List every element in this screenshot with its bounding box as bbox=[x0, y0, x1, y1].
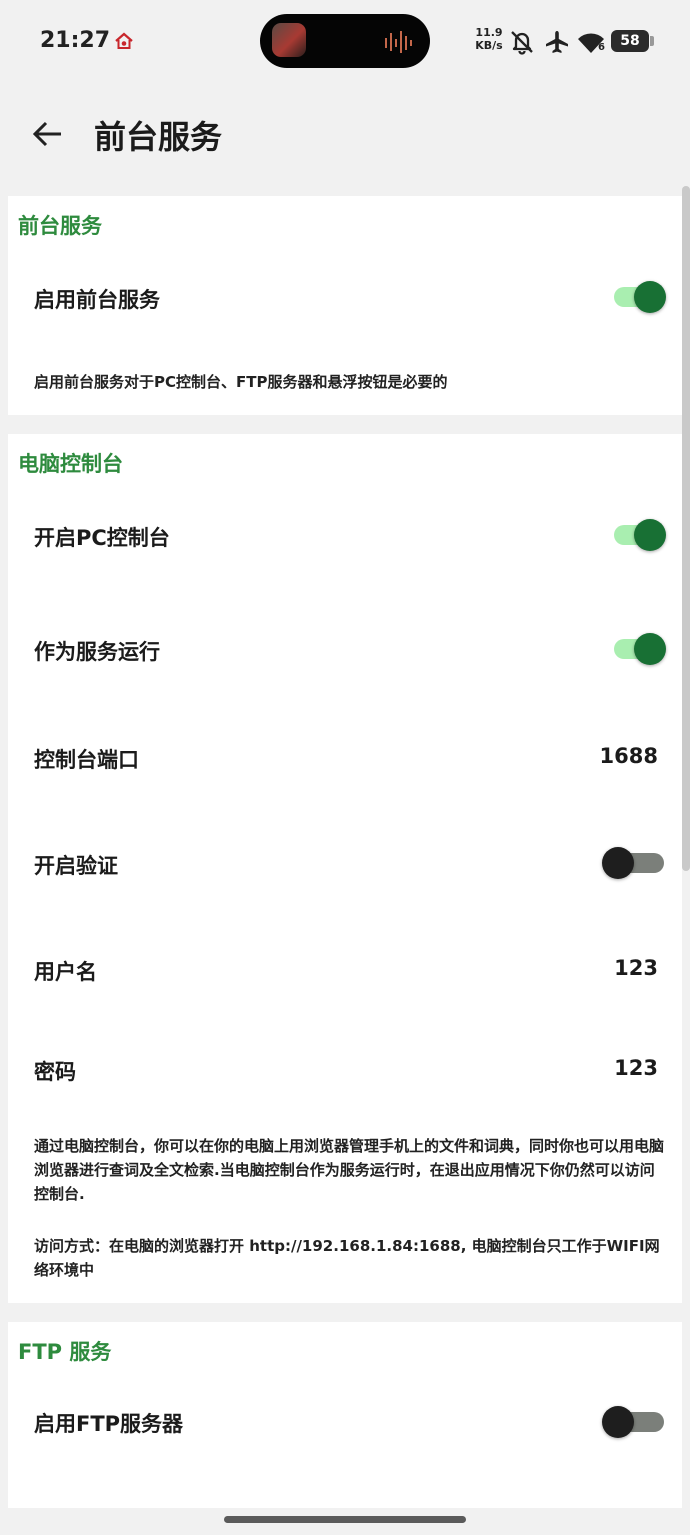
username-row[interactable]: 用户名 123 bbox=[8, 936, 682, 1006]
wifi-generation: 6 bbox=[598, 42, 605, 53]
enable-pc-console-row[interactable]: 开启PC控制台 bbox=[8, 500, 682, 570]
switch-knob bbox=[602, 847, 634, 879]
switch-knob bbox=[634, 633, 666, 665]
run-as-service-row[interactable]: 作为服务运行 bbox=[8, 614, 682, 684]
scrollbar[interactable] bbox=[682, 186, 690, 871]
enable-foreground-label: 启用前台服务 bbox=[34, 288, 160, 312]
username-label: 用户名 bbox=[34, 960, 97, 984]
back-arrow-icon[interactable] bbox=[30, 116, 66, 152]
airplane-icon bbox=[546, 31, 568, 53]
enable-foreground-switch[interactable] bbox=[614, 281, 666, 313]
password-value: 123 bbox=[614, 1056, 658, 1080]
bell-off-icon bbox=[511, 31, 533, 55]
console-port-row[interactable]: 控制台端口 1688 bbox=[8, 722, 682, 792]
net-speed: 11.9 KB/s bbox=[470, 26, 508, 52]
app-bar: 前台服务 bbox=[0, 84, 690, 184]
username-value: 123 bbox=[614, 956, 658, 980]
home-alert-icon bbox=[115, 32, 133, 49]
page-title: 前台服务 bbox=[94, 118, 223, 156]
enable-pc-console-switch[interactable] bbox=[614, 519, 666, 551]
battery-icon: 58 bbox=[611, 30, 649, 52]
switch-knob bbox=[634, 519, 666, 551]
section-ftp: FTP 服务 启用FTP服务器 bbox=[8, 1322, 682, 1508]
audio-wave-icon bbox=[385, 31, 412, 53]
net-speed-unit: KB/s bbox=[475, 39, 503, 52]
section-title-ftp: FTP 服务 bbox=[18, 1340, 112, 1364]
enable-ftp-label: 启用FTP服务器 bbox=[34, 1412, 184, 1436]
section-pc-console: 电脑控制台 开启PC控制台 作为服务运行 控制台端口 1688 开启验证 用户名… bbox=[8, 434, 682, 1303]
dynamic-island[interactable] bbox=[260, 14, 430, 68]
password-row[interactable]: 密码 123 bbox=[8, 1034, 682, 1104]
enable-auth-label: 开启验证 bbox=[34, 854, 118, 878]
enable-auth-switch[interactable] bbox=[602, 847, 664, 879]
run-as-service-label: 作为服务运行 bbox=[34, 640, 160, 664]
enable-ftp-switch[interactable] bbox=[602, 1406, 664, 1438]
battery-level: 58 bbox=[620, 33, 640, 49]
switch-knob bbox=[602, 1406, 634, 1438]
media-thumbnail bbox=[272, 23, 306, 57]
foreground-description: 启用前台服务对于PC控制台、FTP服务器和悬浮按钮是必要的 bbox=[34, 373, 448, 391]
password-label: 密码 bbox=[34, 1060, 76, 1084]
section-foreground: 前台服务 启用前台服务 启用前台服务对于PC控制台、FTP服务器和悬浮按钮是必要… bbox=[8, 196, 682, 415]
section-title-foreground: 前台服务 bbox=[18, 214, 102, 238]
enable-ftp-row[interactable]: 启用FTP服务器 bbox=[8, 1388, 682, 1458]
home-indicator[interactable] bbox=[224, 1516, 466, 1523]
run-as-service-switch[interactable] bbox=[614, 633, 666, 665]
status-bar: 21:27 11.9 KB/s 6 58 bbox=[0, 0, 690, 84]
pc-console-description: 通过电脑控制台，你可以在你的电脑上用浏览器管理手机上的文件和词典，同时你也可以用… bbox=[34, 1137, 665, 1203]
console-port-value: 1688 bbox=[599, 744, 658, 768]
battery-tip bbox=[650, 36, 654, 46]
enable-pc-console-label: 开启PC控制台 bbox=[34, 526, 170, 550]
pc-console-access-info: 访问方式：在电脑的浏览器打开 http://192.168.1.84:1688,… bbox=[34, 1237, 660, 1279]
section-title-pc-console: 电脑控制台 bbox=[18, 452, 123, 476]
net-speed-value: 11.9 bbox=[475, 26, 503, 39]
enable-auth-row[interactable]: 开启验证 bbox=[8, 828, 682, 898]
console-port-label: 控制台端口 bbox=[34, 748, 139, 772]
enable-foreground-row[interactable]: 启用前台服务 bbox=[8, 260, 682, 330]
switch-knob bbox=[634, 281, 666, 313]
status-icons: 6 58 bbox=[508, 26, 668, 58]
status-time: 21:27 bbox=[40, 28, 111, 53]
